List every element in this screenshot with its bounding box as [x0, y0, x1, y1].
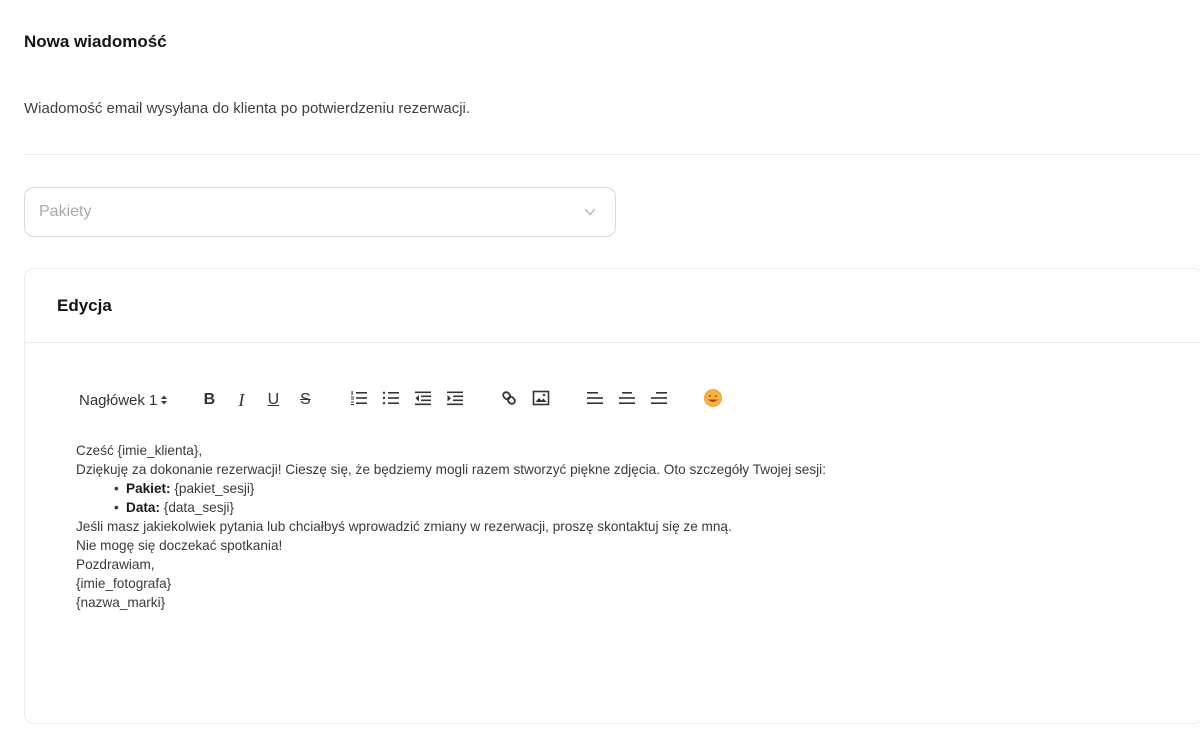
- editor-toolbar: Nagłówek 1 B I U S: [79, 387, 732, 413]
- updown-arrow-icon: [160, 394, 168, 406]
- list-item: Pakiet: {pakiet_sesji}: [114, 479, 1176, 498]
- chevron-down-icon: [583, 205, 597, 219]
- detail-label: Pakiet:: [126, 481, 171, 496]
- strikethrough-label: S: [300, 391, 311, 408]
- brand-line: {nazwa_marki}: [76, 595, 166, 610]
- image-button[interactable]: [528, 387, 554, 413]
- bullet-list-button[interactable]: [378, 387, 404, 413]
- align-right-icon: [650, 390, 668, 411]
- package-select-placeholder: Pakiety: [39, 203, 92, 220]
- image-icon: [532, 390, 550, 411]
- editor-card-title: Edycja: [25, 269, 1200, 343]
- underline-label: U: [267, 391, 280, 408]
- align-right-button[interactable]: [646, 387, 672, 413]
- heading-select[interactable]: Nagłówek 1: [79, 392, 168, 409]
- detail-label: Data:: [126, 500, 160, 515]
- closing-line: Nie mogę się doczekać spotkania!: [76, 538, 283, 553]
- strikethrough-button[interactable]: S: [292, 387, 318, 413]
- emoji-button[interactable]: [700, 387, 726, 413]
- message-page: Nowa wiadomość Wiadomość email wysyłana …: [0, 0, 1200, 742]
- underline-button[interactable]: U: [260, 387, 286, 413]
- editor-card: Edycja Nagłówek 1 B I U S Cześć {imie_kl…: [24, 268, 1200, 724]
- page-subtitle: Wiadomość email wysyłana do klienta po p…: [24, 100, 471, 117]
- greeting-line: Cześć {imie_klienta},: [76, 443, 203, 458]
- link-button[interactable]: [496, 387, 522, 413]
- outdent-button[interactable]: [410, 387, 436, 413]
- message-editor[interactable]: Cześć {imie_klienta}, Dziękuję za dokona…: [76, 441, 1176, 612]
- signoff-line: Pozdrawiam,: [76, 557, 155, 572]
- package-select[interactable]: Pakiety: [24, 187, 616, 237]
- photographer-line: {imie_fotografa}: [76, 576, 172, 591]
- italic-button[interactable]: I: [228, 387, 254, 413]
- link-icon: [500, 389, 518, 412]
- questions-line: Jeśli masz jakiekolwiek pytania lub chci…: [76, 519, 732, 534]
- section-divider: [24, 154, 1200, 155]
- bullet-list-icon: [382, 390, 400, 411]
- align-center-button[interactable]: [614, 387, 640, 413]
- bold-label: B: [203, 391, 216, 408]
- detail-value: {data_sesji}: [160, 500, 235, 515]
- italic-label: I: [238, 389, 245, 410]
- list-item: Data: {data_sesji}: [114, 498, 1176, 517]
- heading-select-label: Nagłówek 1: [79, 391, 158, 409]
- align-left-button[interactable]: [582, 387, 608, 413]
- indent-icon: [446, 390, 464, 411]
- details-list: Pakiet: {pakiet_sesji} Data: {data_sesji…: [76, 479, 1176, 517]
- align-left-icon: [586, 390, 604, 411]
- bold-button[interactable]: B: [196, 387, 222, 413]
- indent-button[interactable]: [442, 387, 468, 413]
- detail-value: {pakiet_sesji}: [170, 481, 255, 496]
- outdent-icon: [414, 390, 432, 411]
- ordered-list-button[interactable]: [346, 387, 372, 413]
- ordered-list-icon: [350, 390, 368, 411]
- intro-line: Dziękuję za dokonanie rezerwacji! Cieszę…: [76, 462, 826, 477]
- page-title: Nowa wiadomość: [24, 32, 167, 51]
- align-center-icon: [618, 390, 636, 411]
- smiley-emoji-icon: [703, 388, 723, 413]
